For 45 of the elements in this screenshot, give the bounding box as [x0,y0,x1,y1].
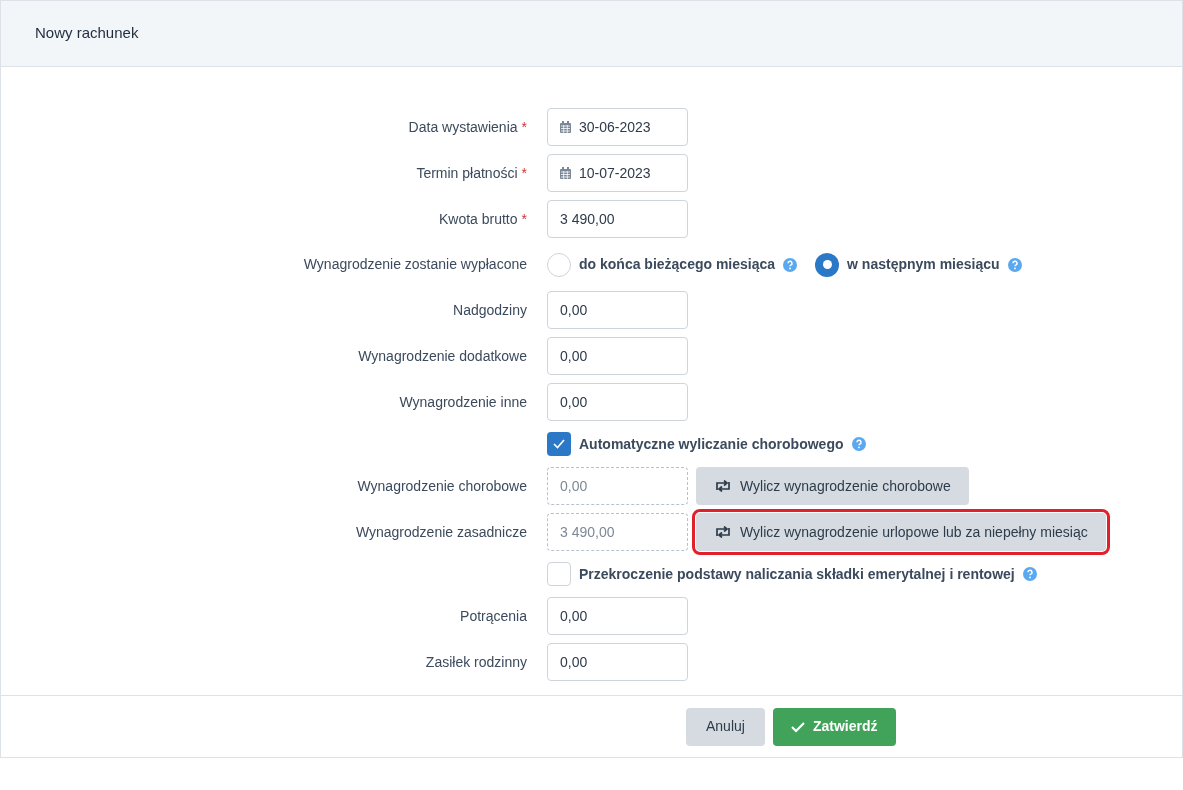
checkbox[interactable] [547,562,571,586]
required-asterisk: * [521,209,527,229]
refresh-icon [714,526,732,538]
readonly-field: 3 490,00 [547,513,688,551]
refresh-icon [714,480,732,492]
help-icon[interactable] [851,437,866,451]
date-field[interactable]: 10-07-2023 [547,154,688,192]
input-field[interactable]: 0,00 [547,291,688,329]
checkbox-label: Przekroczenie podstawy naliczania składki emerytalnej i rentowej [579,564,1015,584]
date-field[interactable]: 30-06-2023 [547,108,688,146]
checkbox[interactable] [547,432,571,456]
required-asterisk: * [521,117,527,137]
field-label: Kwota brutto [438,209,518,229]
readonly-field: 0,00 [547,467,688,505]
calendar-icon [560,167,571,179]
radio-label: w następnym miesiącu [847,255,1000,274]
field-label: Termin płatności [416,163,518,183]
input-field[interactable]: 0,00 [547,337,688,375]
input-field[interactable]: 3 490,00 [547,200,688,238]
input-field[interactable]: 0,00 [547,597,688,635]
radio-label: do końca bieżącego miesiąca [579,255,776,274]
required-asterisk: * [521,163,527,183]
field-label: Wynagrodzenie zasadnicze [355,522,527,542]
input-field[interactable]: 0,00 [547,383,688,421]
input-field[interactable]: 0,00 [547,643,688,681]
checkmark-icon [553,439,565,449]
dialog-title: Nowy rachunek [35,23,139,44]
field-label: Zasiłek rodzinny [425,652,527,672]
calculate-button[interactable]: Wylicz wynagrodzenie chorobowe [696,467,969,505]
help-icon[interactable] [1007,257,1022,272]
radio-button[interactable] [815,252,840,277]
field-label: Potrącenia [460,606,527,626]
field-label: Wynagrodzenie zostanie wypłacone [303,255,527,274]
checkmark-icon [790,720,805,733]
field-label: Wynagrodzenie chorobowe [357,476,527,496]
help-icon[interactable] [783,257,798,272]
help-icon[interactable] [1022,567,1037,581]
calendar-icon [560,121,571,133]
field-label: Data wystawienia [408,117,518,137]
field-label: Wynagrodzenie dodatkowe [358,346,527,366]
radio-button[interactable] [547,252,571,277]
checkbox-label: Automatyczne wyliczanie chorobowego [579,434,844,454]
field-label: Wynagrodzenie inne [399,392,527,412]
cancel-button[interactable]: Anuluj [686,707,765,746]
field-label: Nadgodziny [453,300,527,320]
